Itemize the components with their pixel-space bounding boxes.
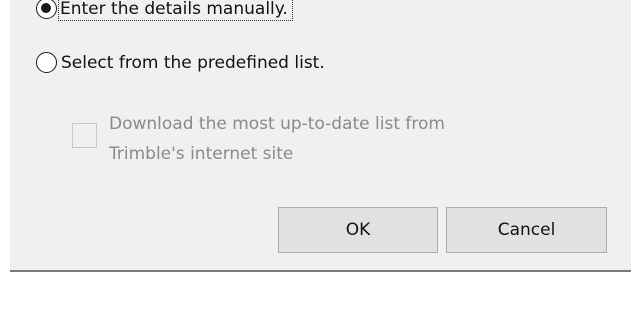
radio-select-predefined-label: Select from the predefined list.	[61, 52, 325, 73]
radio-select-predefined[interactable]: Select from the predefined list.	[36, 52, 325, 73]
radio-button-checked[interactable]	[36, 0, 57, 19]
radio-enter-manually-label: Enter the details manually.	[58, 0, 293, 21]
download-checkbox-label-line2: Trimble's internet site	[109, 144, 294, 164]
ok-button[interactable]: OK	[278, 207, 438, 253]
radio-button-unchecked[interactable]	[36, 52, 57, 73]
background-area	[10, 272, 631, 312]
download-checkbox-label-line1: Download the most up-to-date list from	[109, 114, 445, 134]
download-checkbox[interactable]	[72, 123, 97, 148]
cancel-button[interactable]: Cancel	[446, 207, 607, 253]
radio-enter-manually[interactable]: Enter the details manually.	[36, 0, 293, 21]
download-checkbox-label: Download the most up-to-date list from T…	[109, 109, 549, 169]
